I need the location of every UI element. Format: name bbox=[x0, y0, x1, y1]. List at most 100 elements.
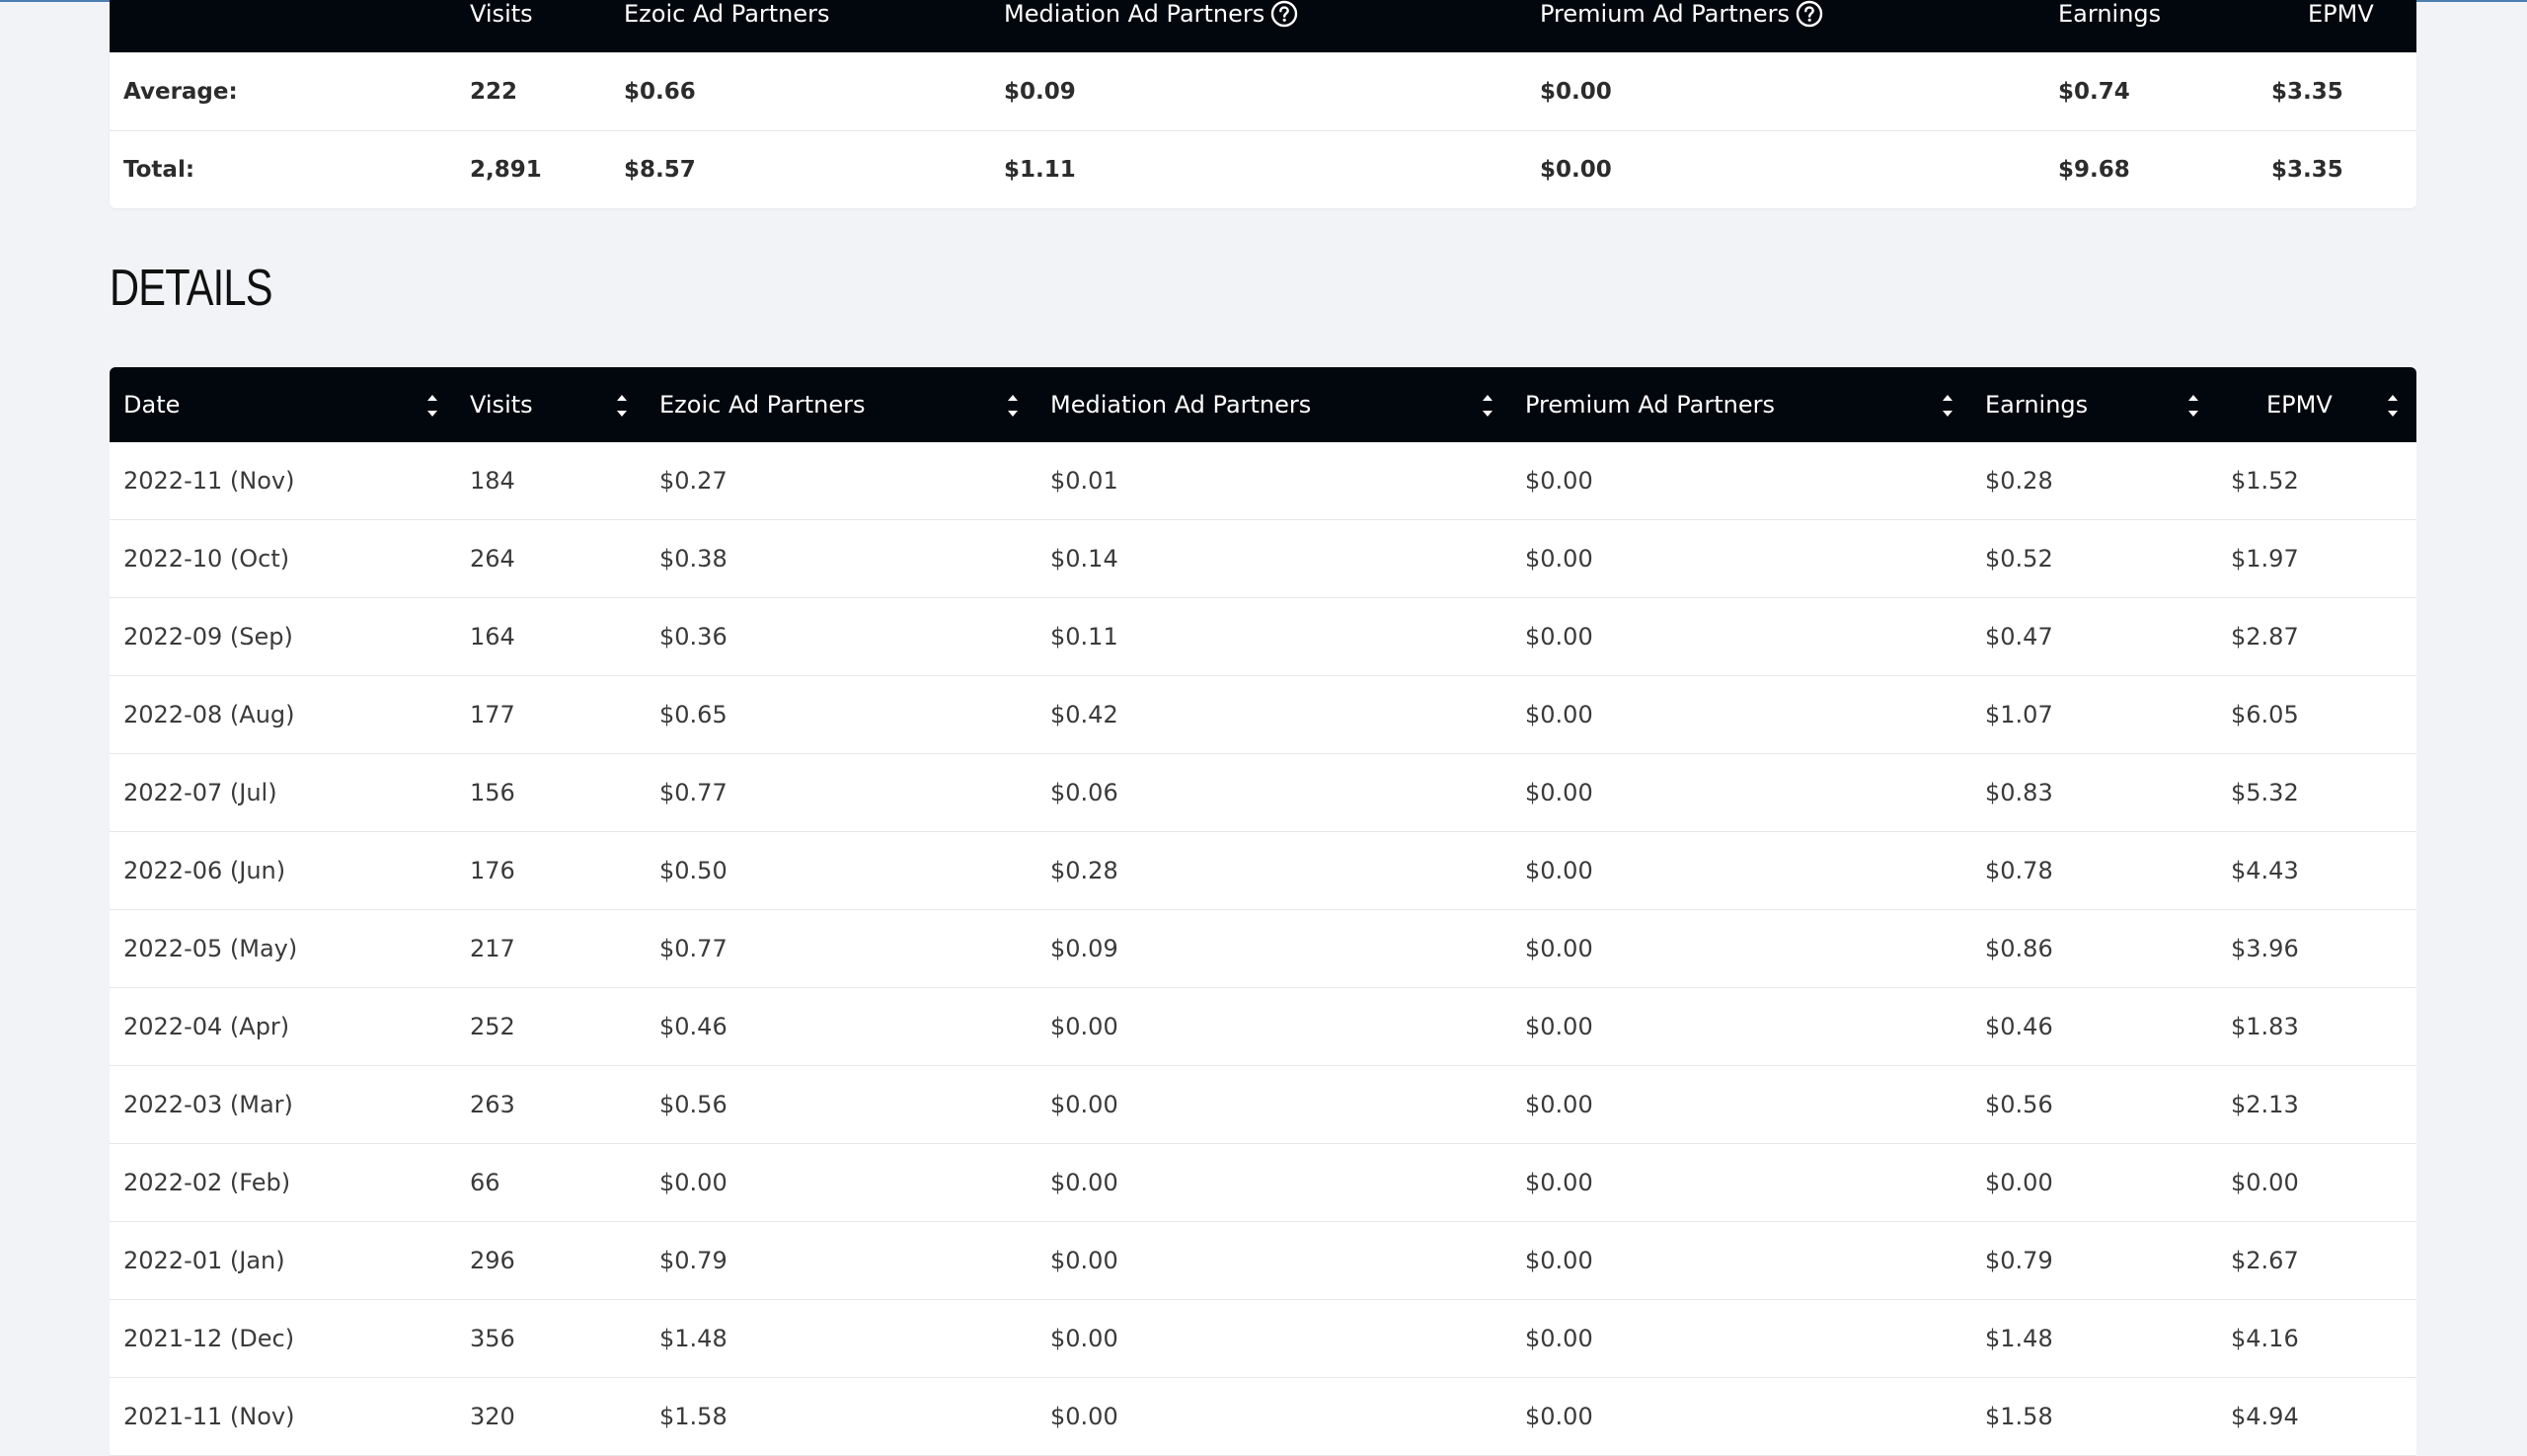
cell-ezoic: $0.56 bbox=[659, 1091, 727, 1118]
cell-date: 2022-10 (Oct) bbox=[123, 545, 290, 573]
sort-arrows-icon[interactable] bbox=[614, 389, 630, 422]
cell-date: 2022-05 (May) bbox=[123, 935, 298, 962]
cell-epmv: $4.43 bbox=[2231, 857, 2299, 884]
cell-epmv: $2.13 bbox=[2231, 1091, 2299, 1118]
sort-arrows-icon[interactable] bbox=[424, 389, 440, 422]
cell-ezoic: $0.36 bbox=[659, 623, 727, 651]
cell-epmv: $1.83 bbox=[2231, 1013, 2299, 1040]
summary-average-premium: $0.00 bbox=[1540, 79, 1612, 105]
table-row: 2022-04 (Apr) 252 $0.46 $0.00 $0.00 $0.46 $1.8… bbox=[110, 988, 2416, 1066]
column-header-mediation[interactable]: Mediation Ad Partners bbox=[1050, 367, 1311, 442]
cell-premium: $0.00 bbox=[1525, 623, 1593, 651]
cell-premium: $0.00 bbox=[1525, 857, 1593, 884]
cell-visits: 263 bbox=[470, 1091, 515, 1118]
cell-mediation: $0.11 bbox=[1050, 623, 1118, 651]
table-row: 2022-08 (Aug) 177 $0.65 $0.42 $0.00 $1.07 $6.0… bbox=[110, 676, 2416, 754]
summary-total-visits: 2,891 bbox=[470, 157, 542, 183]
cell-mediation: $0.00 bbox=[1050, 1403, 1118, 1430]
cell-ezoic: $0.77 bbox=[659, 779, 727, 806]
sort-arrows-icon[interactable] bbox=[1940, 389, 1955, 422]
cell-premium: $0.00 bbox=[1525, 935, 1593, 962]
cell-mediation: $0.00 bbox=[1050, 1091, 1118, 1118]
column-header-epmv[interactable]: EPMV bbox=[2266, 367, 2333, 442]
sort-arrows-icon[interactable] bbox=[1480, 389, 1495, 422]
cell-epmv: $2.87 bbox=[2231, 623, 2299, 651]
cell-earnings: $0.78 bbox=[1985, 857, 2053, 884]
cell-date: 2022-07 (Jul) bbox=[123, 779, 277, 806]
cell-earnings: $0.46 bbox=[1985, 1013, 2053, 1040]
cell-ezoic: $1.58 bbox=[659, 1403, 727, 1430]
cell-earnings: $0.86 bbox=[1985, 935, 2053, 962]
cell-ezoic: $0.46 bbox=[659, 1013, 727, 1040]
details-body: 2022-11 (Nov) 184 $0.27 $0.01 $0.00 $0.28 $1.5… bbox=[110, 442, 2416, 1456]
summary-total-earnings: $9.68 bbox=[2058, 157, 2130, 183]
cell-epmv: $0.00 bbox=[2231, 1169, 2299, 1196]
sort-arrows-icon[interactable] bbox=[2185, 389, 2201, 422]
column-header-ezoic[interactable]: Ezoic Ad Partners bbox=[659, 367, 866, 442]
cell-visits: 356 bbox=[470, 1325, 515, 1352]
question-circle-icon[interactable] bbox=[1270, 0, 1298, 28]
summary-average-mediation: $0.09 bbox=[1004, 79, 1076, 105]
summary-average-epmv: $3.35 bbox=[2271, 79, 2343, 105]
summary-header-earnings-label: Earnings bbox=[2058, 0, 2162, 28]
cell-visits: 66 bbox=[470, 1169, 500, 1196]
cell-earnings: $1.07 bbox=[1985, 701, 2053, 728]
cell-date: 2021-12 (Dec) bbox=[123, 1325, 295, 1352]
cell-epmv: $2.67 bbox=[2231, 1247, 2299, 1274]
cell-mediation: $0.00 bbox=[1050, 1325, 1118, 1352]
cell-premium: $0.00 bbox=[1525, 1169, 1593, 1196]
cell-date: 2022-11 (Nov) bbox=[123, 467, 295, 495]
cell-ezoic: $0.65 bbox=[659, 701, 727, 728]
summary-average-ezoic: $0.66 bbox=[624, 79, 696, 105]
details-header-row: Date Visits Ezoic Ad Partners Mediation … bbox=[110, 367, 2416, 442]
column-header-premium[interactable]: Premium Ad Partners bbox=[1525, 367, 1775, 442]
page: Visits Ezoic Ad Partners Mediation Ad Pa… bbox=[0, 0, 2527, 1456]
column-header-earnings[interactable]: Earnings bbox=[1985, 367, 2088, 442]
cell-visits: 217 bbox=[470, 935, 515, 962]
table-row: 2022-02 (Feb) 66 $0.00 $0.00 $0.00 $0.00 $0.00 bbox=[110, 1144, 2416, 1222]
cell-date: 2022-08 (Aug) bbox=[123, 701, 295, 728]
table-row: 2022-03 (Mar) 263 $0.56 $0.00 $0.00 $0.56 $2.1… bbox=[110, 1066, 2416, 1144]
cell-mediation: $0.00 bbox=[1050, 1247, 1118, 1274]
table-row: 2022-07 (Jul) 156 $0.77 $0.06 $0.00 $0.83 $5.3… bbox=[110, 754, 2416, 832]
column-header-visits[interactable]: Visits bbox=[470, 367, 533, 442]
cell-visits: 156 bbox=[470, 779, 515, 806]
table-row: 2022-06 (Jun) 176 $0.50 $0.28 $0.00 $0.78 $4.4… bbox=[110, 832, 2416, 910]
table-row: 2022-05 (May) 217 $0.77 $0.09 $0.00 $0.86 $3.9… bbox=[110, 910, 2416, 988]
cell-premium: $0.00 bbox=[1525, 779, 1593, 806]
table-row: 2022-11 (Nov) 184 $0.27 $0.01 $0.00 $0.28 $1.5… bbox=[110, 442, 2416, 520]
cell-visits: 177 bbox=[470, 701, 515, 728]
cell-ezoic: $0.50 bbox=[659, 857, 727, 884]
cell-epmv: $6.05 bbox=[2231, 701, 2299, 728]
cell-epmv: $4.16 bbox=[2231, 1325, 2299, 1352]
summary-row-average: Average: 222 $0.66 $0.09 $0.00 $0.74 $3.… bbox=[110, 52, 2416, 130]
cell-premium: $0.00 bbox=[1525, 467, 1593, 495]
cell-epmv: $5.32 bbox=[2231, 779, 2299, 806]
column-header-date[interactable]: Date bbox=[123, 367, 180, 442]
summary-total-mediation: $1.11 bbox=[1004, 157, 1076, 183]
cell-earnings: $0.83 bbox=[1985, 779, 2053, 806]
cell-visits: 164 bbox=[470, 623, 515, 651]
cell-earnings: $0.28 bbox=[1985, 467, 2053, 495]
sort-arrows-icon[interactable] bbox=[1005, 389, 1021, 422]
cell-visits: 264 bbox=[470, 545, 515, 573]
question-circle-icon[interactable] bbox=[1796, 0, 1823, 28]
cell-epmv: $1.97 bbox=[2231, 545, 2299, 573]
cell-date: 2022-02 (Feb) bbox=[123, 1169, 291, 1196]
cell-premium: $0.00 bbox=[1525, 1247, 1593, 1274]
summary-header-premium-label: Premium Ad Partners bbox=[1540, 0, 1791, 28]
summary-total-epmv: $3.35 bbox=[2271, 157, 2343, 183]
summary-average-visits: 222 bbox=[470, 79, 518, 105]
cell-premium: $0.00 bbox=[1525, 1091, 1593, 1118]
sort-arrows-icon[interactable] bbox=[2385, 389, 2401, 422]
cell-mediation: $0.01 bbox=[1050, 467, 1118, 495]
cell-ezoic: $0.00 bbox=[659, 1169, 727, 1196]
cell-earnings: $1.48 bbox=[1985, 1325, 2053, 1352]
cell-visits: 184 bbox=[470, 467, 515, 495]
summary-header-row: Visits Ezoic Ad Partners Mediation Ad Pa… bbox=[110, 0, 2416, 52]
cell-epmv: $1.52 bbox=[2231, 467, 2299, 495]
cell-visits: 252 bbox=[470, 1013, 515, 1040]
cell-mediation: $0.00 bbox=[1050, 1013, 1118, 1040]
table-row: 2022-01 (Jan) 296 $0.79 $0.00 $0.00 $0.79 $2.6… bbox=[110, 1222, 2416, 1300]
cell-earnings: $0.47 bbox=[1985, 623, 2053, 651]
